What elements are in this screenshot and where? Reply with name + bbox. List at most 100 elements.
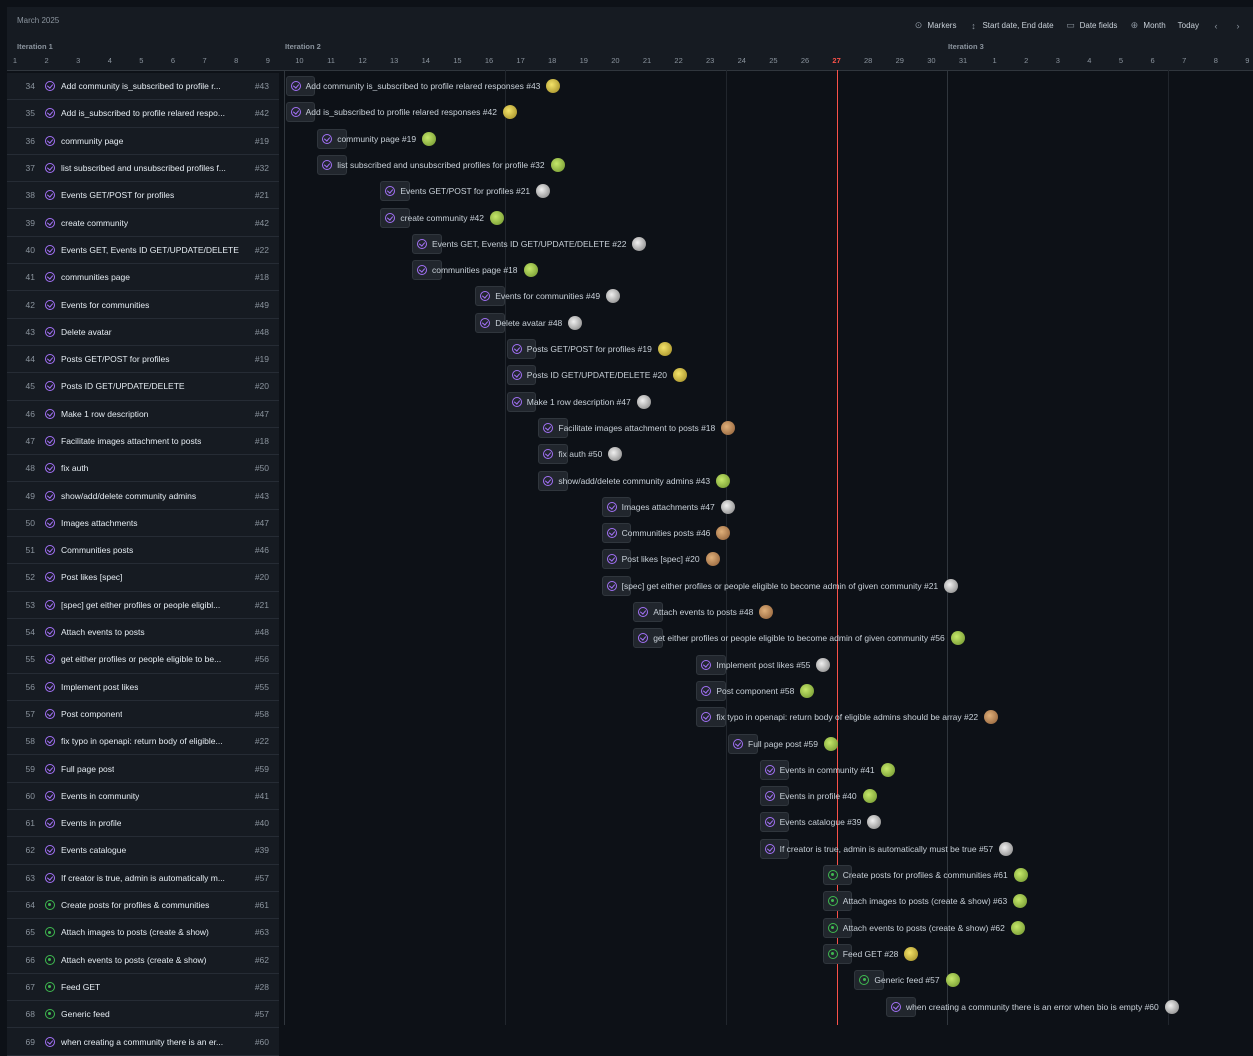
assignee-avatar[interactable] bbox=[950, 631, 965, 646]
table-row[interactable]: 64 Create posts for profiles & communitie… bbox=[7, 891, 279, 920]
item-title[interactable]: when creating a community there is an er… bbox=[61, 1037, 223, 1047]
table-row[interactable]: 42 Events for communities #49 bbox=[7, 291, 279, 319]
assignee-avatar[interactable] bbox=[608, 447, 623, 462]
table-row[interactable]: 66 Attach events to posts (create & show)… bbox=[7, 946, 279, 974]
timeline-bar[interactable]: Events for communities #49 bbox=[475, 286, 621, 307]
item-title[interactable]: community page bbox=[61, 136, 123, 146]
date-fields-button[interactable]: ▭ Date fields bbox=[1066, 20, 1117, 31]
assignee-avatar[interactable] bbox=[759, 605, 774, 619]
assignee-avatar[interactable] bbox=[705, 552, 720, 567]
timeline-bar[interactable]: Implement post likes #55 bbox=[696, 654, 831, 675]
timeline-bar[interactable]: [spec] get either profiles or people eli… bbox=[601, 575, 959, 596]
item-title[interactable]: Facilitate images attachment to posts bbox=[61, 436, 201, 446]
table-row[interactable]: 57 Post component #58 bbox=[7, 700, 279, 729]
timeline-bar[interactable]: fix auth #50 bbox=[538, 444, 623, 465]
assignee-avatar[interactable] bbox=[1010, 920, 1025, 935]
assignee-avatar[interactable] bbox=[490, 210, 505, 225]
assignee-avatar[interactable] bbox=[550, 157, 565, 172]
table-row[interactable]: 65 Attach images to posts (create & show)… bbox=[7, 919, 279, 947]
assignee-avatar[interactable] bbox=[1164, 999, 1179, 1014]
table-row[interactable]: 55 get either profiles or people eligible… bbox=[7, 646, 279, 674]
item-title[interactable]: Posts ID GET/UPDATE/DELETE bbox=[61, 381, 185, 391]
table-row[interactable]: 47 Facilitate images attachment to posts #… bbox=[7, 427, 279, 456]
timeline-bar[interactable]: when creating a community there is an er… bbox=[886, 996, 1179, 1017]
iteration-2-label[interactable]: Iteration 2 bbox=[285, 42, 321, 51]
assignee-avatar[interactable] bbox=[716, 526, 731, 541]
assignee-avatar[interactable] bbox=[823, 736, 838, 751]
assignee-avatar[interactable] bbox=[606, 289, 621, 304]
assignee-avatar[interactable] bbox=[904, 946, 919, 961]
item-title[interactable]: Generic feed bbox=[61, 1009, 110, 1019]
timeline-bar[interactable]: Create posts for profiles & communities … bbox=[822, 865, 1028, 885]
table-row[interactable]: 43 Delete avatar #48 bbox=[7, 318, 279, 346]
item-title[interactable]: Make 1 row description bbox=[61, 409, 148, 419]
item-title[interactable]: Events GET, Events ID GET/UPDATE/DELETE bbox=[61, 245, 239, 255]
item-title[interactable]: Events for communities bbox=[61, 300, 149, 310]
assignee-avatar[interactable] bbox=[720, 499, 735, 514]
timeline-bar[interactable]: Events GET/POST for profiles #21 bbox=[380, 181, 551, 202]
assignee-avatar[interactable] bbox=[999, 841, 1014, 856]
assignee-avatar[interactable] bbox=[944, 578, 959, 593]
table-row[interactable]: 39 create community #42 bbox=[7, 209, 279, 237]
timeline-bar[interactable]: Generic feed #57 bbox=[854, 970, 960, 991]
timeline-bar[interactable]: community page #19 bbox=[317, 128, 437, 149]
item-title[interactable]: Post component bbox=[61, 709, 122, 719]
table-row[interactable]: 58 fix typo in openapi: return body of el… bbox=[7, 728, 279, 756]
timeline-bar[interactable]: Make 1 row description #47 bbox=[506, 391, 651, 412]
timeline-bar[interactable]: Events GET, Events ID GET/UPDATE/DELETE … bbox=[412, 233, 647, 254]
timeline-bar[interactable]: Delete avatar #48 bbox=[475, 312, 583, 333]
item-title[interactable]: list subscribed and unsubscribed profile… bbox=[61, 163, 226, 173]
timeline-bar[interactable]: Facilitate images attachment to posts #1… bbox=[538, 417, 736, 438]
item-title[interactable]: Add is_subscribed to profile relared res… bbox=[61, 108, 225, 118]
timeline-bar[interactable]: show/add/delete community admins #43 bbox=[538, 470, 731, 491]
table-row[interactable]: 48 fix auth #50 bbox=[7, 455, 279, 483]
assignee-avatar[interactable] bbox=[721, 420, 736, 435]
timeline-bar[interactable]: fix typo in openapi: return body of elig… bbox=[696, 707, 999, 728]
timeline-bar[interactable]: Communities posts #46 bbox=[601, 523, 731, 544]
item-title[interactable]: Implement post likes bbox=[61, 682, 138, 692]
item-title[interactable]: If creator is true, admin is automatical… bbox=[61, 873, 225, 883]
timeline-bar[interactable]: Full page post #59 bbox=[728, 733, 838, 754]
today-button[interactable]: Today bbox=[1178, 20, 1199, 31]
assignee-avatar[interactable] bbox=[862, 789, 877, 804]
table-row[interactable]: 36 community page #19 bbox=[7, 127, 279, 155]
table-row[interactable]: 37 list subscribed and unsubscribed profi… bbox=[7, 154, 279, 183]
assignee-avatar[interactable] bbox=[568, 315, 583, 330]
timeline-bar[interactable]: Posts ID GET/UPDATE/DELETE #20 bbox=[506, 365, 687, 386]
assignee-avatar[interactable] bbox=[672, 368, 687, 383]
table-row[interactable]: 50 Images attachments #47 bbox=[7, 509, 279, 538]
assignee-avatar[interactable] bbox=[657, 342, 672, 356]
table-row[interactable]: 44 Posts GET/POST for profiles #19 bbox=[7, 345, 279, 374]
timeline-bar[interactable]: get either profiles or people eligible t… bbox=[633, 628, 965, 649]
table-row[interactable]: 68 Generic feed #57 bbox=[7, 1001, 279, 1029]
item-title[interactable]: create community bbox=[61, 218, 128, 228]
table-row[interactable]: 53 [spec] get either profiles or people e… bbox=[7, 591, 279, 619]
item-title[interactable]: show/add/delete community admins bbox=[61, 491, 196, 501]
table-row[interactable]: 45 Posts ID GET/UPDATE/DELETE #20 bbox=[7, 373, 279, 401]
table-row[interactable]: 56 Implement post likes #55 bbox=[7, 673, 279, 701]
timeline-bar[interactable]: Post component #58 bbox=[696, 680, 815, 701]
assignee-avatar[interactable] bbox=[867, 815, 882, 830]
assignee-avatar[interactable] bbox=[502, 105, 517, 120]
table-row[interactable]: 34 Add community is_subscribed to profile… bbox=[7, 73, 279, 101]
item-title[interactable]: Create posts for profiles & communities bbox=[61, 900, 209, 910]
table-row[interactable]: 62 Events catalogue #39 bbox=[7, 837, 279, 865]
item-title[interactable]: [spec] get either profiles or people eli… bbox=[61, 600, 220, 610]
table-row[interactable]: 40 Events GET, Events ID GET/UPDATE/DELET… bbox=[7, 236, 279, 265]
timeline-bar[interactable]: Events catalogue #39 bbox=[759, 812, 882, 833]
item-title[interactable]: Delete avatar bbox=[61, 327, 112, 337]
markers-button[interactable]: ⊙ Markers bbox=[914, 20, 957, 31]
assignee-avatar[interactable] bbox=[632, 236, 647, 251]
table-row[interactable]: 63 If creator is true, admin is automatic… bbox=[7, 864, 279, 892]
table-row[interactable]: 35 Add is_subscribed to profile relared r… bbox=[7, 100, 279, 128]
assignee-avatar[interactable] bbox=[636, 394, 651, 409]
table-row[interactable]: 69 when creating a community there is an … bbox=[7, 1028, 279, 1056]
assignee-avatar[interactable] bbox=[1013, 868, 1028, 882]
item-title[interactable]: Attach images to posts (create & show) bbox=[61, 927, 209, 937]
timeline-bar[interactable]: Events in community #41 bbox=[759, 759, 895, 780]
table-row[interactable]: 46 Make 1 row description #47 bbox=[7, 400, 279, 428]
item-title[interactable]: Events catalogue bbox=[61, 845, 126, 855]
assignee-avatar[interactable] bbox=[945, 973, 960, 988]
table-row[interactable]: 67 Feed GET #28 bbox=[7, 973, 279, 1002]
table-row[interactable]: 61 Events in profile #40 bbox=[7, 810, 279, 838]
